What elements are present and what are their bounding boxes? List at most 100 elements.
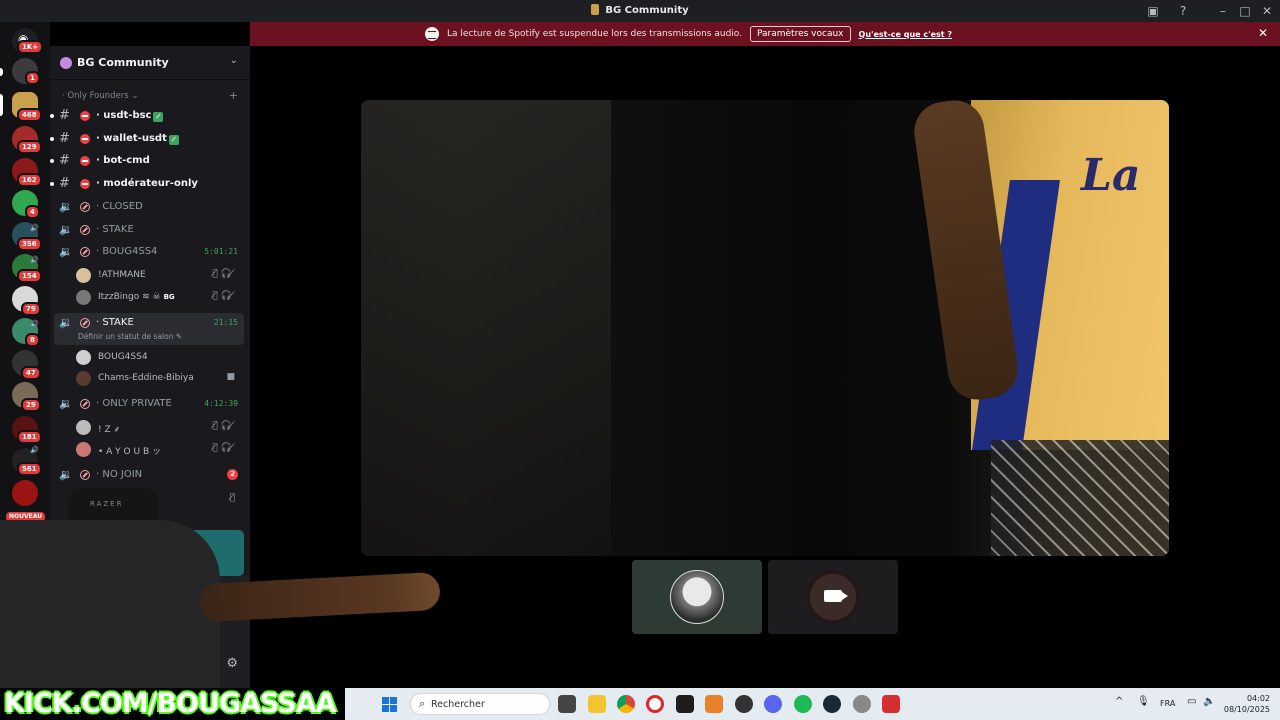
voice-member[interactable]: Chams-Eddine-Bibiya ■ — [76, 369, 242, 387]
badge: 561 — [17, 462, 42, 476]
file-explorer-icon[interactable] — [588, 695, 606, 713]
category-header[interactable]: · Only Founders ⌄ — [62, 91, 139, 101]
member-name-text: ItzzBingo — [98, 292, 140, 302]
channel-label: · STAKE — [96, 224, 134, 235]
badge: 29 — [21, 398, 41, 412]
channel-bot-cmd[interactable]: # · bot-cmd — [50, 151, 244, 171]
windows-taskbar: ⌕ Rechercher ^ 🎙 FRA ▭ 🔈 04:02 08/10/202… — [345, 688, 1280, 720]
status-text: Définir un statut de salon — [78, 332, 174, 341]
help-icon[interactable]: ? — [1175, 3, 1191, 19]
channel-label: · NO JOIN — [96, 469, 143, 480]
voice-channel-closed[interactable]: 🔉 · CLOSED — [54, 197, 244, 217]
search-placeholder: Rechercher — [431, 699, 485, 710]
server-icon[interactable] — [12, 480, 38, 506]
app-icon[interactable] — [882, 695, 900, 713]
minimize-button[interactable]: – — [1215, 3, 1231, 19]
video-camera-icon — [824, 590, 848, 602]
channel-usdt-bsc[interactable]: # · usdt-bsc ✓ — [50, 106, 244, 126]
opera-icon[interactable] — [646, 695, 664, 713]
close-icon[interactable]: ✕ — [1258, 26, 1268, 40]
no-entry-icon — [80, 111, 90, 121]
window-title: BG Community — [0, 4, 1280, 16]
maximize-button[interactable]: □ — [1237, 3, 1253, 19]
no-entry-icon — [80, 399, 90, 409]
channel-name: BOUG4SS4 — [102, 246, 158, 257]
voice-channel-boug4ss4[interactable]: 🔉 · BOUG4SS4 5:01:21 — [54, 242, 244, 262]
hash-icon: # — [59, 131, 70, 146]
skull-icon: ☠ — [152, 292, 161, 302]
speaker-icon: 🔉 — [59, 316, 73, 329]
app-icon[interactable] — [705, 695, 723, 713]
participant-tile[interactable] — [768, 560, 898, 634]
kick-watermark: KICK.COM/BOUGASSAA — [0, 688, 345, 720]
voice-channel-only-private[interactable]: 🔉 · ONLY PRIVATE 4:12:39 — [54, 394, 244, 414]
speaker-icon: 🔊 — [30, 224, 39, 232]
chrome-icon[interactable] — [617, 695, 635, 713]
spotify-notice-banner: La lecture de Spotify est suspendue lors… — [250, 22, 1280, 46]
channel-name: usdt-bsc — [103, 110, 152, 121]
unread-dot — [50, 159, 54, 163]
member-name: BOUG4SS4 — [98, 352, 148, 362]
voice-member[interactable]: BOUG4SS4 — [76, 348, 242, 366]
discord-taskbar-icon[interactable] — [764, 695, 782, 713]
taskbar-clock[interactable]: 04:02 08/10/2025 — [1224, 693, 1270, 715]
taskbar-search[interactable]: ⌕ Rechercher — [410, 693, 550, 715]
pencil-icon: ✎ — [175, 332, 183, 341]
avatar — [76, 350, 91, 365]
voice-member[interactable]: • A Y O U B ッ 🎙̸🎧̸ — [76, 440, 242, 458]
server-logo-icon — [591, 4, 600, 15]
app-icon[interactable] — [735, 695, 753, 713]
check-icon: ✓ — [168, 135, 179, 145]
whats-this-link[interactable]: Qu'est-ce que c'est ? — [859, 30, 953, 39]
channel-wallet-usdt[interactable]: # · wallet-usdt ✓ — [50, 129, 244, 149]
close-window-button[interactable]: ✕ — [1259, 3, 1275, 19]
channel-name: modérateur-only — [103, 178, 198, 189]
member-name: Chams-Eddine-Bibiya — [98, 373, 194, 383]
spotify-taskbar-icon[interactable] — [794, 695, 812, 713]
microphone-icon[interactable]: 🎙 — [1137, 696, 1150, 707]
volume-icon[interactable]: 🔈 — [1203, 696, 1215, 707]
participant-tile[interactable] — [632, 560, 762, 634]
windows-start-icon[interactable] — [382, 697, 397, 712]
server-header[interactable]: BG Community ⌄ — [50, 46, 250, 80]
no-entry-icon — [80, 247, 90, 257]
voice-settings-button[interactable]: Paramètres vocaux — [750, 26, 851, 42]
gear-icon[interactable]: ⚙ — [226, 656, 238, 671]
channel-label: · ONLY PRIVATE — [96, 398, 172, 409]
badge: 181 — [17, 430, 42, 444]
clock-time: 04:02 — [1246, 694, 1270, 703]
voice-member[interactable]: ItzzBingo ≋ ☠ BG 🎙̸🎧̸ — [76, 288, 242, 306]
language-indicator[interactable]: FRA — [1160, 699, 1175, 708]
speaker-icon: 🔉 — [59, 397, 73, 410]
voice-member[interactable]: ! Z ⸙ 🎙̸🎧̸ — [76, 418, 242, 436]
set-status[interactable]: Définir un statut de salon ✎ — [78, 332, 182, 341]
camera-subject: La — [910, 100, 1169, 556]
search-icon: ⌕ — [419, 697, 426, 710]
voice-duration: 4:12:39 — [204, 399, 238, 408]
inbox-icon[interactable]: ▣ — [1145, 3, 1161, 19]
voice-member[interactable]: !ATHMANE 🎙̸🎧̸ — [76, 266, 242, 284]
speaker-icon: 🔊 — [30, 320, 39, 328]
channel-name: ONLY PRIVATE — [102, 398, 172, 409]
clock-date: 08/10/2025 — [1223, 705, 1270, 714]
speaker-icon: 🔊 — [30, 256, 39, 264]
video-stream[interactable]: La — [361, 100, 1169, 556]
voice-channel-stake[interactable]: 🔉 · STAKE — [54, 220, 244, 240]
badge: 162 — [17, 173, 42, 187]
app-icon[interactable] — [676, 695, 694, 713]
voice-channel-no-join[interactable]: 🔉 · NO JOIN 2 — [54, 465, 244, 485]
muted-deafened-icon: 🎙̸🎧̸ — [212, 421, 238, 431]
channel-label: · CLOSED — [96, 201, 143, 212]
add-channel-icon[interactable]: + — [229, 89, 238, 102]
badge: 79 — [21, 302, 41, 316]
network-icon[interactable]: ▭ — [1187, 696, 1196, 707]
hash-icon: # — [59, 153, 70, 168]
no-entry-icon — [80, 225, 90, 235]
voice-channel-stake-active[interactable]: 🔉 · STAKE 21:15 Définir un statut de sal… — [54, 313, 244, 345]
chevron-up-icon[interactable]: ^ — [1115, 696, 1123, 707]
steam-icon[interactable] — [823, 695, 841, 713]
chevron-down-icon[interactable]: ⌄ — [230, 55, 238, 66]
task-view-icon[interactable] — [558, 695, 576, 713]
settings-icon[interactable] — [853, 695, 871, 713]
channel-moderateur-only[interactable]: # · modérateur-only — [50, 174, 244, 194]
